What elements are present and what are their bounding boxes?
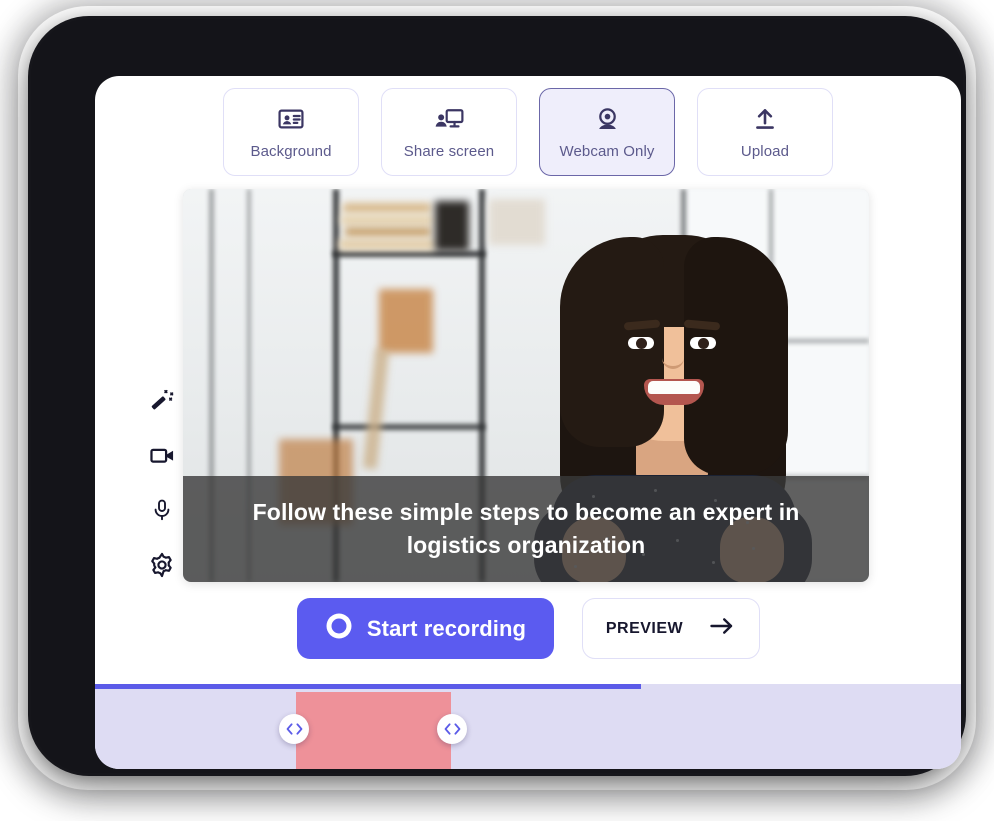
trim-handle-left[interactable]: [279, 714, 309, 744]
video-camera-icon[interactable]: [148, 441, 176, 469]
webcam-icon: [592, 104, 622, 134]
start-recording-label: Start recording: [366, 615, 527, 641]
mode-button-label: Webcam Only: [559, 143, 655, 160]
device-screen: Background Share screen Webcam Only Uplo…: [95, 76, 961, 769]
preview-label: PREVIEW: [605, 619, 684, 637]
device-frame: Background Share screen Webcam Only Uplo…: [31, 19, 963, 773]
mode-button-label: Share screen: [403, 143, 495, 160]
microphone-icon[interactable]: [148, 496, 176, 524]
caption-text: Follow these simple steps to become an e…: [252, 498, 800, 558]
mode-button-background[interactable]: Background: [223, 88, 359, 176]
magic-wand-icon[interactable]: [148, 386, 176, 414]
timeline[interactable]: [95, 684, 961, 769]
action-row: Start recording PREVIEW: [95, 598, 961, 659]
mode-button-share-screen[interactable]: Share screen: [381, 88, 517, 176]
mode-button-upload[interactable]: Upload: [697, 88, 833, 176]
trim-chevrons-icon: [286, 722, 303, 736]
start-recording-button[interactable]: Start recording: [296, 598, 554, 659]
webcam-preview[interactable]: Follow these simple steps to become an e…: [183, 189, 869, 582]
progress-fill: [95, 684, 641, 689]
mode-button-webcam-only[interactable]: Webcam Only: [539, 88, 675, 176]
mode-button-label: Upload: [740, 143, 790, 160]
progress-track[interactable]: [95, 684, 961, 689]
record-circle-icon: [324, 611, 354, 646]
mode-selector-bar: Background Share screen Webcam Only Uplo…: [95, 88, 961, 180]
id-card-icon: [276, 104, 306, 134]
share-screen-icon: [434, 104, 464, 134]
mode-button-label: Background: [250, 143, 332, 160]
trim-chevrons-icon: [444, 722, 461, 736]
arrow-right-icon: [709, 616, 735, 641]
trim-handle-right[interactable]: [437, 714, 467, 744]
upload-icon: [750, 104, 780, 134]
settings-gear-icon[interactable]: [148, 551, 176, 579]
preview-button[interactable]: PREVIEW: [581, 598, 760, 659]
caption-overlay: Follow these simple steps to become an e…: [183, 476, 869, 582]
timeline-clip[interactable]: [296, 692, 451, 769]
tool-rail: [141, 386, 183, 579]
